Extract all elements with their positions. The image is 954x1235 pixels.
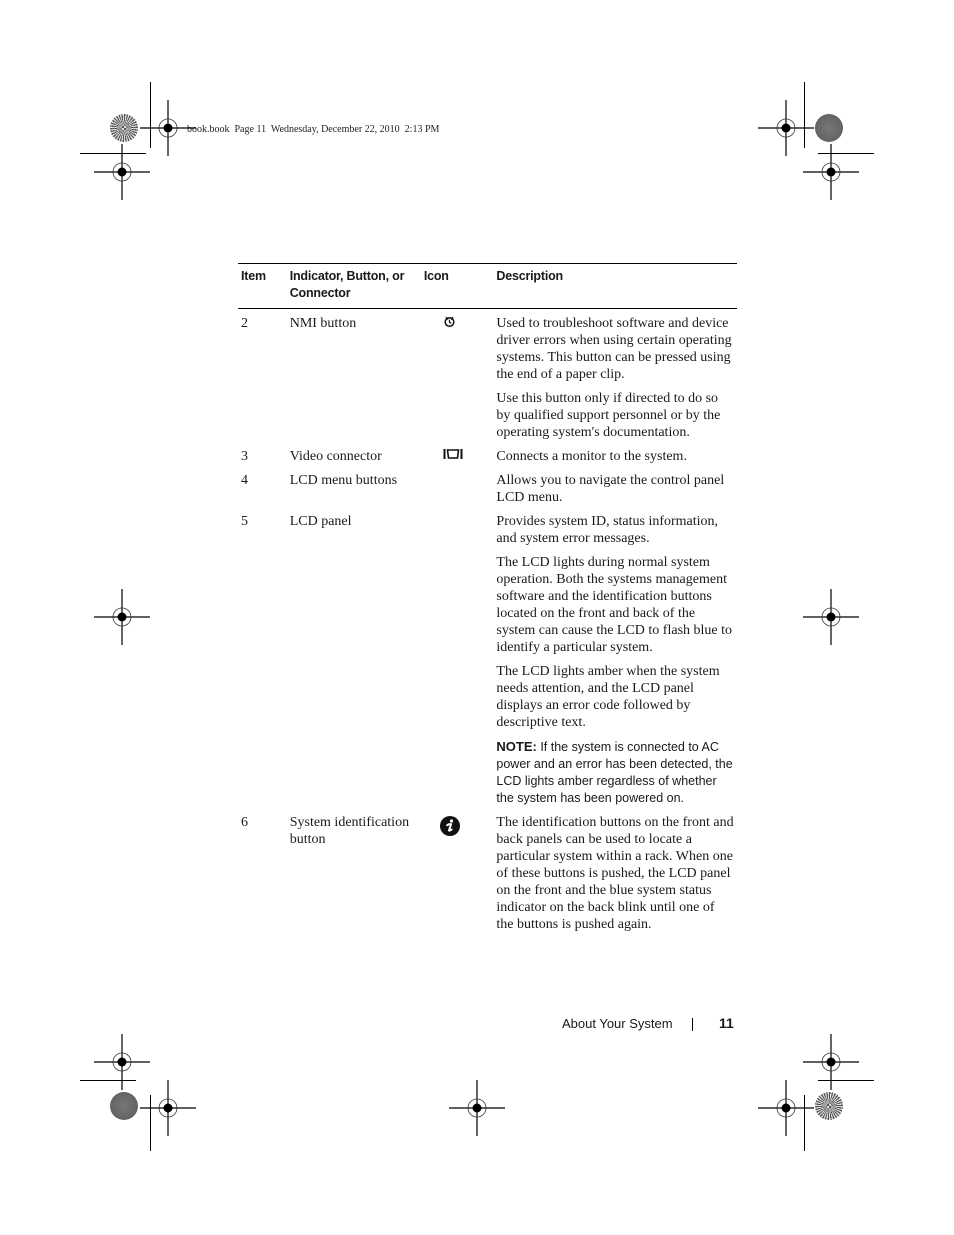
footer-divider	[692, 1018, 693, 1031]
print-slug: book.book Page 11 Wednesday, December 22…	[187, 124, 440, 135]
registration-mark-icon	[803, 144, 859, 200]
registration-mark-icon	[140, 1080, 196, 1136]
item-description: Used to troubleshoot software and device…	[493, 313, 737, 446]
header-indicator: Indicator, Button, or Connector	[289, 269, 405, 300]
system-id-info-icon	[439, 815, 461, 842]
item-name: Video connector	[289, 449, 382, 464]
description-paragraph: The LCD lights amber when the system nee…	[496, 664, 720, 730]
description-paragraph: Use this button only if directed to do s…	[496, 391, 721, 440]
table-row: 5 LCD panel Provides system ID, status i…	[238, 511, 737, 812]
registration-mark-icon	[803, 589, 859, 645]
item-number: 6	[241, 815, 248, 830]
registration-mark-icon	[94, 144, 150, 200]
description-paragraph: Provides system ID, status information, …	[496, 514, 719, 546]
table-row: 6 System identification button The ident…	[238, 812, 737, 938]
table-row: 4 LCD menu buttons Allows you to navigat…	[238, 470, 737, 511]
item-description: Allows you to navigate the control panel…	[493, 470, 737, 511]
starburst-target-icon	[815, 114, 843, 142]
note-label: NOTE:	[496, 739, 537, 754]
page-number: 11	[719, 1015, 734, 1031]
item-number: 3	[241, 449, 248, 464]
header-icon: Icon	[423, 269, 449, 283]
registration-mark-icon	[758, 1080, 814, 1136]
description-paragraph: Allows you to navigate the control panel…	[496, 473, 725, 505]
item-name: System identification button	[289, 815, 410, 847]
table-row: 2 NMI button Used to troubleshoot softwa…	[238, 313, 737, 446]
registration-mark-icon	[449, 1080, 505, 1136]
components-table: Item Indicator, Button, or Connector Ico…	[238, 263, 737, 938]
header-description: Description	[496, 269, 563, 283]
note-callout: NOTE: If the system is connected to AC p…	[496, 738, 734, 807]
starburst-target-icon	[110, 114, 138, 142]
item-name: NMI button	[289, 316, 357, 331]
item-number: 2	[241, 316, 248, 331]
item-name: LCD menu buttons	[289, 473, 398, 488]
video-connector-icon	[443, 448, 463, 465]
description-paragraph: The identification buttons on the front …	[496, 815, 734, 932]
table-header-row: Item Indicator, Button, or Connector Ico…	[238, 263, 737, 309]
item-description: Provides system ID, status information, …	[493, 511, 737, 812]
header-item: Item	[241, 269, 266, 283]
item-name: LCD panel	[289, 514, 352, 529]
registration-mark-icon	[94, 589, 150, 645]
footer-section-title: About Your System	[562, 1016, 673, 1031]
nmi-icon	[443, 315, 456, 333]
starburst-target-icon	[110, 1092, 138, 1120]
item-description: The identification buttons on the front …	[493, 812, 737, 938]
table-row: 3 Video connector Connects a monitor to …	[238, 446, 737, 470]
item-number: 4	[241, 473, 248, 488]
item-number: 5	[241, 514, 248, 529]
starburst-target-icon	[815, 1092, 843, 1120]
description-paragraph: The LCD lights during normal system oper…	[496, 555, 733, 655]
item-description: Connects a monitor to the system.	[493, 446, 737, 470]
description-paragraph: Used to troubleshoot software and device…	[496, 316, 732, 382]
description-paragraph: Connects a monitor to the system.	[496, 449, 687, 464]
